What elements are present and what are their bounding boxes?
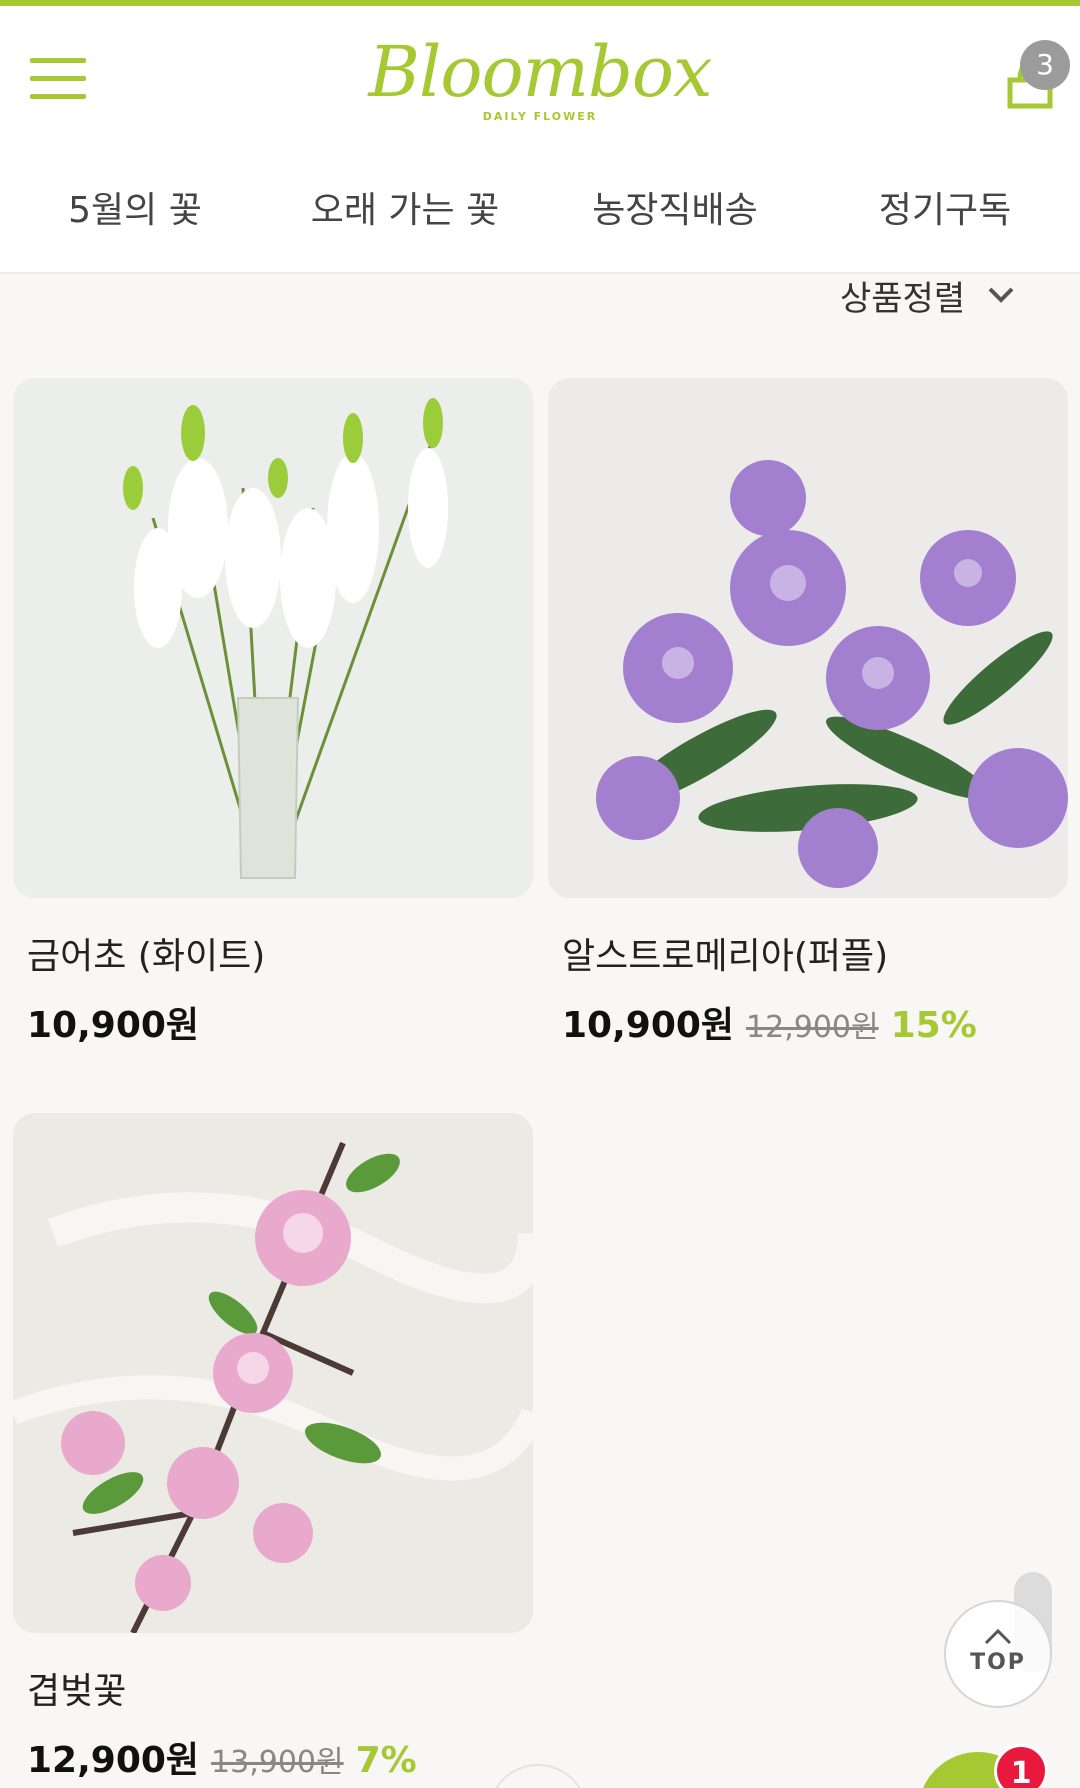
product-price: 10,900원 [562, 1005, 735, 1046]
product-image[interactable] [13, 1113, 533, 1633]
top-label: TOP [970, 1650, 1026, 1675]
product-name[interactable]: 겹벚꽃 [13, 1669, 533, 1715]
product-price: 12,900원 [27, 1740, 200, 1781]
cart-button[interactable]: 3 [996, 40, 1076, 116]
nav-item-may-flowers[interactable]: 5월의 꽃 [0, 176, 270, 246]
product-name[interactable]: 금어초 (화이트) [13, 934, 533, 980]
sort-label: 상품정렬 [840, 278, 966, 319]
product-card[interactable]: 알스트로메리아(퍼플) 10,900원 12,900원 15% [548, 378, 1068, 1048]
product-card[interactable]: 금어초 (화이트) 10,900원 [13, 378, 533, 1048]
nav-item-farm-direct[interactable]: 농장직배송 [540, 176, 810, 246]
product-image[interactable] [548, 378, 1068, 898]
scroll-to-top-button[interactable]: TOP [944, 1600, 1052, 1708]
price-row: 12,900원 13,900원 7% [13, 1731, 533, 1783]
product-image[interactable] [13, 378, 533, 898]
chat-notification-badge: 1 [994, 1744, 1048, 1788]
nav-item-long-lasting[interactable]: 오래 가는 꽃 [270, 176, 540, 246]
product-name[interactable]: 알스트로메리아(퍼플) [548, 934, 1068, 980]
sort-dropdown[interactable]: 상품정렬 [840, 270, 1015, 320]
discount-rate: 7% [355, 1740, 417, 1781]
chevron-up-icon [984, 1628, 1012, 1645]
logo-tagline: DAILY FLOWER [482, 110, 598, 123]
price-row: 10,900원 12,900원 15% [548, 996, 1068, 1048]
original-price: 12,900원 [746, 1010, 879, 1045]
discount-rate: 15% [890, 1005, 977, 1046]
price-row: 10,900원 [13, 996, 533, 1048]
chevron-down-icon [988, 287, 1014, 303]
product-price: 10,900원 [27, 1005, 200, 1046]
product-card[interactable]: 겹벚꽃 12,900원 13,900원 7% [13, 1113, 533, 1783]
logo-wordmark: Bloombox [368, 31, 713, 113]
original-price: 13,900원 [211, 1745, 344, 1780]
site-header: Bloombox DAILY FLOWER 3 5월의 꽃 오래 가는 꽃 농장… [0, 6, 1080, 274]
logo[interactable]: Bloombox DAILY FLOWER [0, 30, 1080, 123]
nav-item-subscription[interactable]: 정기구독 [810, 176, 1080, 246]
category-nav: 5월의 꽃 오래 가는 꽃 농장직배송 정기구독 [0, 176, 1080, 246]
cart-count-badge: 3 [1020, 40, 1070, 90]
